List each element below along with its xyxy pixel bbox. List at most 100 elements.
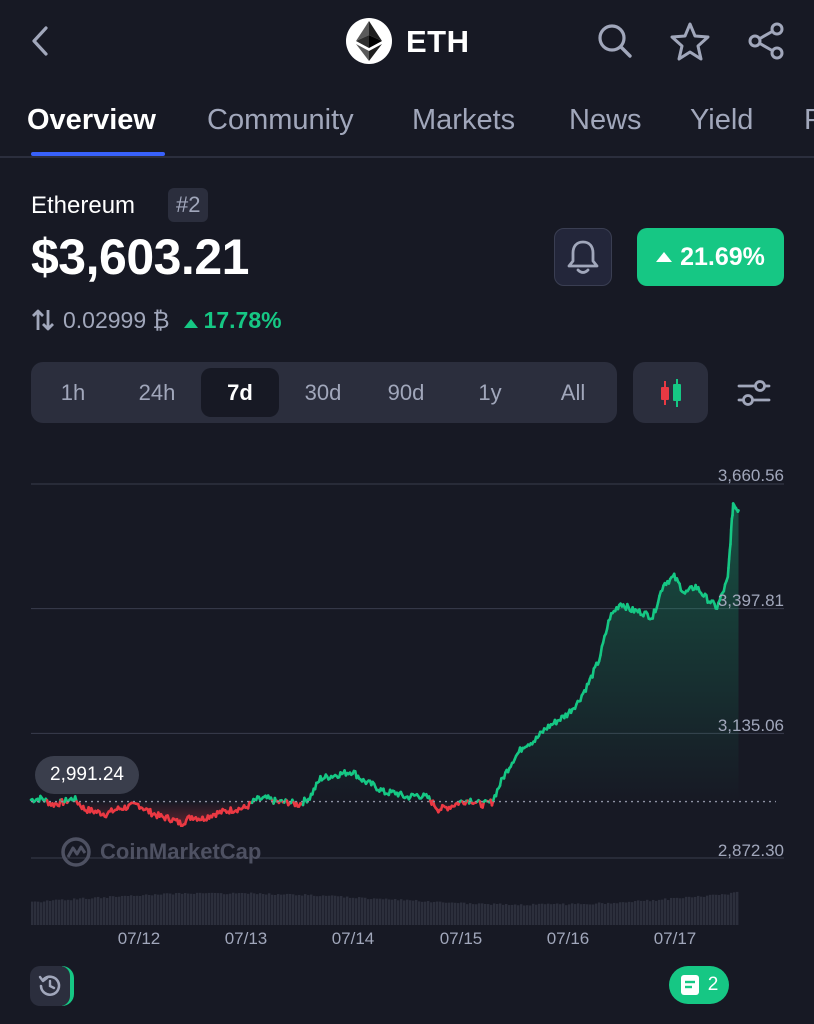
volume-bar — [412, 900, 415, 925]
range-all[interactable]: All — [534, 368, 612, 417]
volume-bar — [679, 898, 682, 925]
range-7d[interactable]: 7d — [201, 368, 279, 417]
volume-bar — [517, 905, 520, 925]
tab-partial[interactable]: P — [804, 104, 814, 137]
x-tick-label: 07/14 — [331, 929, 375, 948]
volume-bar — [418, 901, 421, 925]
coin-symbol: ETH — [406, 24, 470, 59]
candlestick-icon — [660, 378, 681, 407]
volume-bar — [676, 897, 679, 925]
history-icon — [38, 975, 61, 996]
tab-markets[interactable]: Markets — [412, 104, 515, 137]
volume-bar — [721, 894, 724, 925]
volume-bar — [148, 895, 151, 925]
volume-bar — [187, 893, 190, 925]
volume-bar — [556, 903, 559, 925]
tab-community[interactable]: Community — [207, 104, 354, 137]
volume-bar — [724, 894, 727, 925]
range-90d[interactable]: 90d — [367, 368, 445, 417]
volume-bar — [256, 894, 259, 925]
volume-bar — [85, 898, 88, 925]
volume-bar — [385, 898, 388, 925]
volume-bar — [445, 902, 448, 925]
range-30d[interactable]: 30d — [284, 368, 362, 417]
volume-bar — [274, 894, 277, 925]
volume-bar — [115, 896, 118, 925]
tab-yield[interactable]: Yield — [690, 104, 753, 137]
x-tick-label: 07/17 — [653, 929, 697, 948]
range-24h[interactable]: 24h — [118, 368, 196, 417]
volume-bar — [475, 904, 478, 925]
history-button[interactable] — [30, 966, 70, 1006]
volume-bar — [136, 895, 139, 925]
range-1y[interactable]: 1y — [451, 368, 529, 417]
volume-bar — [301, 895, 304, 925]
chart-settings-button[interactable] — [728, 362, 780, 423]
volume-bar — [709, 894, 712, 925]
y-tick-label: 3,660.56 — [717, 466, 784, 485]
volume-bar — [337, 896, 340, 925]
volume-bar — [565, 905, 568, 925]
candlestick-toggle[interactable] — [633, 362, 708, 423]
volume-bar — [190, 893, 193, 925]
volume-bar — [88, 899, 91, 925]
volume-bar — [700, 896, 703, 925]
chevron-left-icon — [32, 26, 48, 56]
volume-bar — [211, 892, 214, 925]
volume-bar — [259, 893, 262, 925]
price-line-segment-up — [591, 667, 596, 679]
tab-news[interactable]: News — [569, 104, 642, 137]
volume-bar — [289, 893, 292, 925]
volume-bar — [217, 893, 220, 925]
share-button[interactable] — [745, 20, 787, 62]
volume-bar — [652, 899, 655, 925]
price-chart[interactable] — [0, 460, 814, 940]
volume-bar — [613, 902, 616, 925]
volume-bar — [637, 900, 640, 925]
volume-bar — [520, 904, 523, 925]
price-change-badge: 21.69% — [637, 228, 784, 286]
volume-bar — [202, 893, 205, 925]
volume-bar — [142, 895, 145, 925]
tab-overview[interactable]: Overview — [27, 104, 156, 137]
price-alert-button[interactable] — [554, 228, 612, 286]
volume-bar — [235, 893, 238, 925]
volume-bar — [568, 904, 571, 925]
x-tick-label: 07/16 — [546, 929, 590, 948]
volume-bar — [70, 900, 73, 925]
range-1h[interactable]: 1h — [34, 368, 112, 417]
search-button[interactable] — [594, 20, 636, 62]
volume-bar — [163, 893, 166, 925]
x-tick-label: 07/13 — [224, 929, 268, 948]
volume-bar — [577, 903, 580, 925]
volume-bar — [52, 900, 55, 925]
volume-bar — [436, 901, 439, 925]
volume-bar — [40, 902, 43, 925]
watchlist-button[interactable] — [669, 20, 711, 62]
volume-bar — [580, 904, 583, 925]
volume-bar — [505, 904, 508, 925]
volume-bar — [616, 903, 619, 925]
volume-bar — [175, 893, 178, 925]
volume-bar — [262, 893, 265, 925]
volume-bar — [622, 902, 625, 925]
volume-bar — [310, 894, 313, 925]
volume-bar — [487, 904, 490, 925]
volume-bar — [634, 901, 637, 925]
volume-bar — [157, 894, 160, 925]
volume-bar — [592, 904, 595, 925]
volume-bar — [304, 894, 307, 925]
volume-bar — [535, 904, 538, 925]
back-button[interactable] — [20, 20, 62, 62]
volume-bar — [463, 902, 466, 925]
volume-bar — [589, 904, 592, 925]
volume-bar — [736, 891, 739, 925]
price-line-segment-up — [726, 566, 730, 579]
volume-bar — [649, 901, 652, 925]
volume-bar — [688, 896, 691, 925]
price-line-segment-up — [736, 509, 740, 513]
notes-button[interactable]: 2 — [669, 966, 729, 1004]
volume-bar — [100, 898, 103, 925]
volume-bar — [595, 903, 598, 925]
volume-bar — [232, 892, 235, 925]
